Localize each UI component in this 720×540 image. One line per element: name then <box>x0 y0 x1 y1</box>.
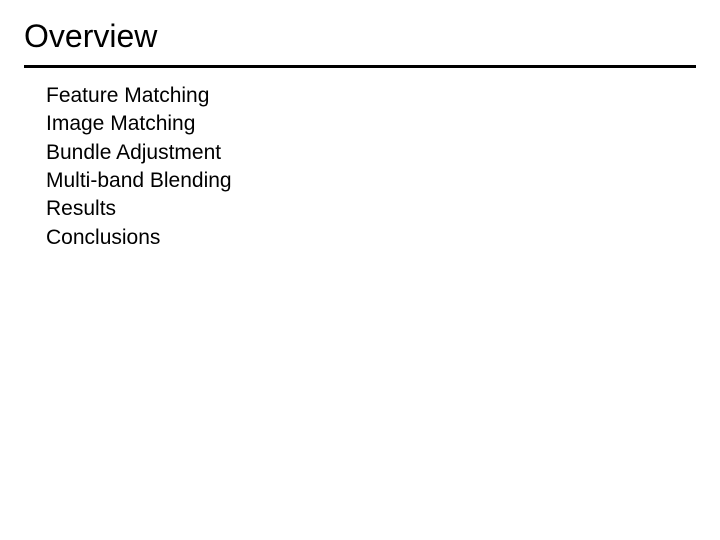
list-item: Bundle Adjustment <box>46 139 696 167</box>
list-item: Results <box>46 195 696 223</box>
slide-content: Feature Matching Image Matching Bundle A… <box>24 82 696 252</box>
list-item: Image Matching <box>46 110 696 138</box>
list-item: Feature Matching <box>46 82 696 110</box>
slide-title: Overview <box>24 18 696 68</box>
list-item: Conclusions <box>46 224 696 252</box>
list-item: Multi-band Blending <box>46 167 696 195</box>
